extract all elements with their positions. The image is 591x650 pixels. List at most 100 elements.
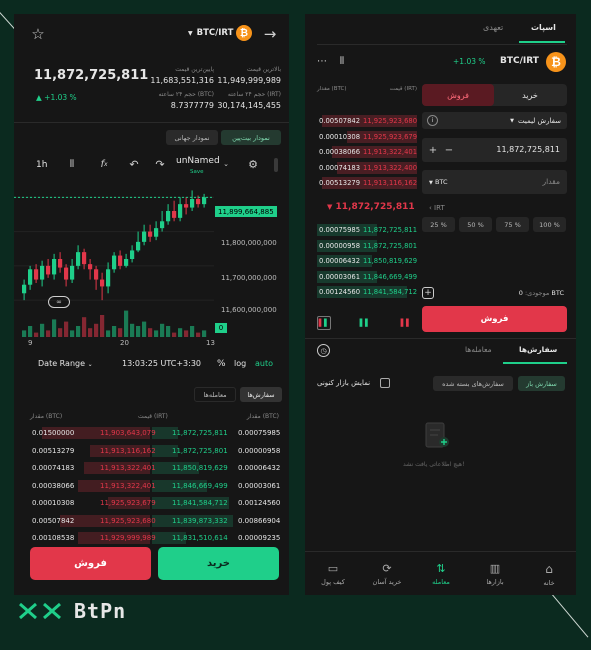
amount-unit-select[interactable]: ▼ BTC [429, 178, 448, 186]
book-cell[interactable]: 11,841,584,712 [172, 499, 228, 507]
minus-icon[interactable]: − [443, 144, 455, 156]
nav-easy-buy[interactable]: ⟳ خرید آسان [360, 552, 414, 595]
ask-cell[interactable]: 0.00010308 [319, 133, 360, 141]
book-cell[interactable]: 11,913,116,162 [100, 447, 156, 455]
chart-candle-icon[interactable]: ⫴ [335, 54, 349, 68]
info-icon[interactable]: i [427, 115, 438, 126]
nav-markets[interactable]: ▥ بازارها [468, 552, 522, 595]
redo-icon[interactable]: ↷ [152, 156, 168, 172]
ask-cell[interactable]: 0.00507842 [319, 117, 360, 125]
sell-button[interactable]: فروش [30, 547, 151, 580]
tab-trades[interactable]: معامله‌ها [194, 387, 236, 402]
candle-type-icon[interactable]: ⫴ [64, 156, 80, 172]
candlestick-chart[interactable] [14, 179, 289, 347]
percent-button[interactable]: 25 % [422, 217, 455, 232]
layout-name[interactable]: unNamed [176, 156, 220, 166]
book-cell[interactable]: 11,846,669,499 [172, 482, 228, 490]
irt-select[interactable]: ‹ IRT [429, 204, 445, 212]
more-options-icon[interactable]: ⋯ [315, 54, 329, 68]
back-arrow-icon[interactable]: → [260, 24, 280, 44]
tab-global-chart[interactable]: نمودار جهانی [166, 130, 218, 145]
book-cell[interactable]: 0.00507842 [32, 517, 74, 525]
tab-sell[interactable]: فروش [422, 84, 494, 106]
book-view-bids-icon[interactable]: ▌▌ [358, 316, 372, 330]
ask-cell[interactable]: 11,925,923,680 [363, 117, 417, 125]
bid-cell[interactable]: 11,872,725,801 [363, 242, 417, 250]
book-cell[interactable]: 11,903,643,079 [100, 429, 156, 437]
tab-trades[interactable]: معامله‌ها [465, 345, 492, 354]
book-cell[interactable]: 11,929,999,989 [100, 534, 156, 542]
book-cell[interactable]: 0.00513279 [32, 447, 74, 455]
ask-cell[interactable]: 11,913,116,162 [363, 179, 417, 187]
ask-cell[interactable]: 11,913,322,400 [363, 164, 417, 172]
bid-cell[interactable]: 0.00075985 [319, 226, 360, 234]
book-view-asks-icon[interactable]: ▌▌ [399, 316, 413, 330]
interval-selector[interactable]: 1h [36, 160, 47, 170]
bid-cell[interactable]: 11,872,725,811 [363, 226, 417, 234]
book-view-both-icon[interactable]: ▌ ▌ [317, 316, 331, 330]
log-toggle[interactable]: log [234, 359, 246, 368]
bid-cell[interactable]: 11,841,584,712 [363, 288, 417, 296]
book-cell[interactable]: 0.00000958 [238, 447, 280, 455]
book-cell[interactable]: 0.01500000 [32, 429, 74, 437]
percent-toggle[interactable]: % [217, 359, 226, 369]
nav-wallet[interactable]: ▭ کیف پول [306, 552, 360, 595]
book-cell[interactable]: 11,925,923,679 [100, 499, 156, 507]
book-cell[interactable]: 0.00003061 [238, 482, 280, 490]
book-cell[interactable]: 0.00006432 [238, 464, 280, 472]
book-cell[interactable]: 0.00010308 [32, 499, 74, 507]
add-balance-icon[interactable]: + [422, 287, 434, 299]
plus-icon[interactable]: + [427, 144, 439, 156]
undo-icon[interactable]: ↶ [126, 156, 142, 172]
bid-cell[interactable]: 11,850,819,629 [363, 257, 417, 265]
book-cell[interactable]: 0.00108538 [32, 534, 74, 542]
book-cell[interactable]: 11,831,510,614 [172, 534, 228, 542]
sell-submit-button[interactable]: فروش [422, 306, 567, 332]
settings-gear-icon[interactable]: ⚙ [246, 157, 260, 171]
book-cell[interactable]: 0.00075985 [238, 429, 280, 437]
book-cell[interactable]: 0.00866904 [238, 517, 280, 525]
filter-open-orders[interactable]: سفارش باز [518, 376, 565, 391]
percent-button[interactable]: 75 % [496, 217, 529, 232]
bid-cell[interactable]: 0.00000958 [319, 242, 360, 250]
ask-cell[interactable]: 11,913,322,401 [363, 148, 417, 156]
percent-button[interactable]: 50 % [459, 217, 492, 232]
date-range-button[interactable]: Date Range ⌄ [38, 359, 93, 368]
star-icon[interactable]: ☆ [28, 24, 48, 44]
book-cell[interactable]: 0.00038066 [32, 482, 74, 490]
book-cell[interactable]: 11,913,322,401 [100, 482, 156, 490]
ask-cell[interactable]: 11,925,923,679 [363, 133, 417, 141]
show-market-checkbox[interactable] [380, 378, 390, 388]
ask-cell[interactable]: 0.00074183 [319, 164, 360, 172]
dropdown-chevron-icon[interactable]: ⌄ [220, 158, 232, 170]
percent-button[interactable]: 100 % [533, 217, 566, 232]
history-clock-icon[interactable]: ◷ [317, 344, 330, 357]
nav-trade[interactable]: ⇅ معامله [414, 552, 468, 595]
bid-cell[interactable]: 0.00124560 [319, 288, 360, 296]
pair-label[interactable]: BTC/IRT [500, 56, 539, 66]
nav-home[interactable]: ⌂ خانه [522, 552, 576, 595]
book-cell[interactable]: 0.00124560 [238, 499, 280, 507]
indicators-icon[interactable]: fx [96, 156, 112, 172]
book-cell[interactable]: 11,839,873,332 [172, 517, 228, 525]
book-cell[interactable]: 11,872,725,801 [172, 447, 228, 455]
buy-button[interactable]: خرید [158, 547, 279, 580]
bid-cell[interactable]: 0.00003061 [319, 273, 360, 281]
tab-spot[interactable]: اسپات [531, 23, 556, 32]
tab-bitpin-chart[interactable]: نمودار بیت‌پین [221, 130, 281, 145]
filter-closed-orders[interactable]: سفارش‌های بسته شده [433, 376, 513, 391]
order-type-select[interactable]: ▼ سفارش لیمیت [422, 112, 567, 129]
ask-cell[interactable]: 0.00038066 [319, 148, 360, 156]
book-cell[interactable]: 11,925,923,680 [100, 517, 156, 525]
pair-selector[interactable]: ▼ BTC/IRT [188, 28, 233, 38]
tab-orders[interactable]: سفارش‌ها [240, 387, 282, 402]
tab-open-orders[interactable]: سفارش‌ها [519, 345, 557, 354]
ask-cell[interactable]: 0.00513279 [319, 179, 360, 187]
bid-cell[interactable]: 11,846,669,499 [363, 273, 417, 281]
book-cell[interactable]: 11,850,819,629 [172, 464, 228, 472]
tab-buy[interactable]: خرید [495, 86, 565, 104]
tab-margin[interactable]: تعهدی [483, 23, 503, 32]
book-cell[interactable]: 0.00074183 [32, 464, 74, 472]
layout-save[interactable]: Save [190, 169, 204, 175]
book-cell[interactable]: 11,872,725,811 [172, 429, 228, 437]
